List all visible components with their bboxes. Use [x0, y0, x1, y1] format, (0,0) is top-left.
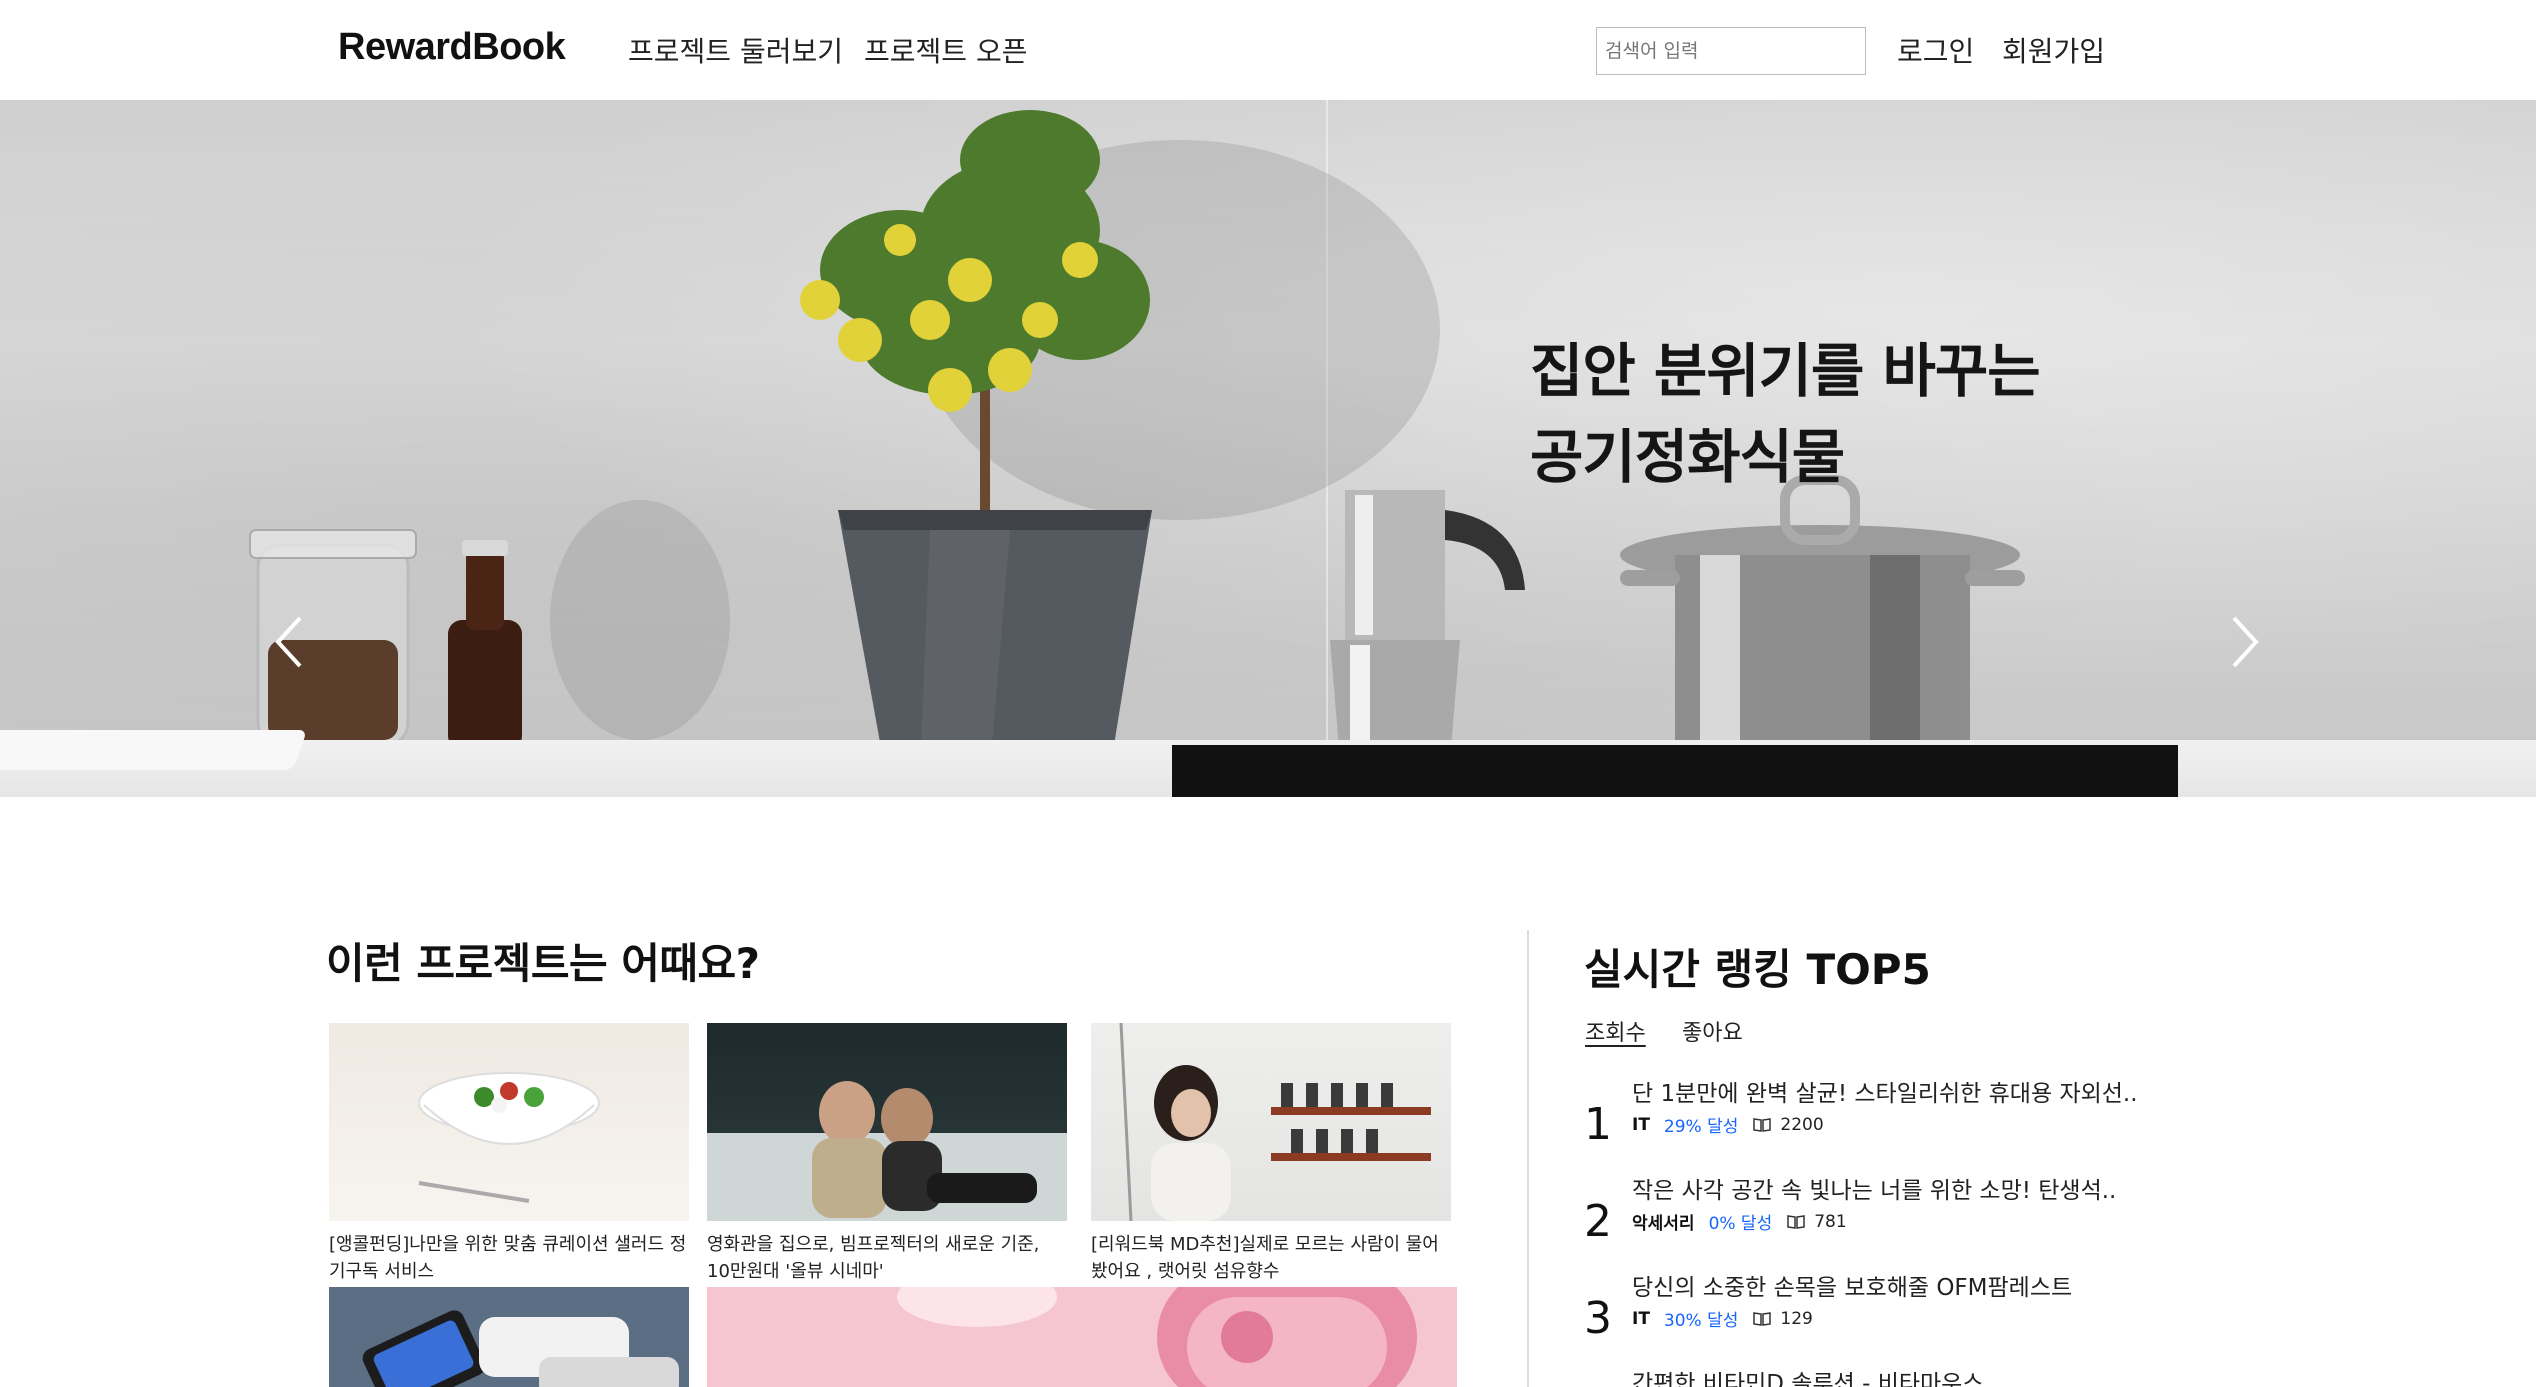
- rank-number: 2: [1584, 1196, 1612, 1247]
- rank-project-name: 단 1분만에 완벽 살균! 스타일리쉬한 휴대용 자외선..: [1632, 1081, 2138, 1107]
- rank-category: IT: [1632, 1114, 1650, 1135]
- logo[interactable]: RewardBook: [338, 26, 566, 69]
- rank-category: 악세서리: [1632, 1214, 1695, 1234]
- rank-number: 3: [1584, 1293, 1612, 1344]
- rank-project-name: 당신의 소중한 손목을 보호해줄 OFM팜레스트: [1632, 1275, 2073, 1301]
- project-thumbnail: [707, 1287, 1457, 1387]
- hero-title-line2: 공기정화식물: [1530, 423, 1845, 491]
- project-thumbnail: [707, 1023, 1067, 1221]
- rank-meta: 악세서리 0% 달성 781: [1632, 1209, 1847, 1235]
- recommend-section-title: 이런 프로젝트는 어때요?: [326, 939, 760, 988]
- project-card[interactable]: 영화관을 집으로, 빔프로젝터의 새로운 기준, 10만원대 '올뷰 시네마': [707, 1023, 1067, 1283]
- hero-hob: [1172, 745, 2178, 797]
- book-icon: [1787, 1214, 1805, 1229]
- rank-views: 129: [1752, 1308, 1813, 1329]
- hero-banner[interactable]: 집안 분위기를 바꾸는 공기정화식물: [0, 100, 2536, 797]
- rank-views-count: 2200: [1780, 1114, 1824, 1135]
- tab-views[interactable]: 조회수: [1585, 1015, 1646, 1047]
- rank-number: 1: [1584, 1099, 1612, 1150]
- rank-views: 781: [1786, 1211, 1847, 1232]
- rank-project-name: 작은 사각 공간 속 빛나는 너를 위한 소망! 탄생석..: [1632, 1178, 2117, 1204]
- hero-title-line1: 집안 분위기를 바꾸는: [1530, 337, 2041, 405]
- section-divider: [1527, 930, 1529, 1387]
- ranking-item[interactable]: 1 단 1분만에 완벽 살균! 스타일리쉬한 휴대용 자외선.. IT 29% …: [1584, 1074, 2144, 1164]
- project-card[interactable]: [329, 1287, 689, 1387]
- ranking-title: 실시간 랭킹 TOP5: [1584, 945, 1931, 994]
- hero-photo-illustration: [249, 110, 2025, 770]
- project-caption: [앵콜펀딩]나만을 위한 맞춤 큐레이션 샐러드 정기구독 서비스: [329, 1234, 687, 1282]
- rank-views: 2200: [1752, 1114, 1824, 1135]
- project-caption: [리워드북 MD추천]실제로 모르는 사람이 물어봤어요 , 랫어릿 섬유향수: [1091, 1234, 1439, 1282]
- hero-plate: [0, 730, 308, 770]
- rank-achievement: 0% 달성: [1708, 1214, 1773, 1234]
- top-header: RewardBook 프로젝트 둘러보기 프로젝트 오픈 로그인 회원가입: [0, 0, 2536, 101]
- next-slide-arrow-icon[interactable]: [2224, 612, 2264, 672]
- rank-category: IT: [1632, 1308, 1650, 1329]
- signup-link[interactable]: 회원가입: [2002, 30, 2105, 70]
- rank-achievement: 29% 달성: [1663, 1117, 1739, 1137]
- ranking-item[interactable]: 간편한 비타민D 솔루션 - 비타마우스: [1584, 1364, 2144, 1387]
- project-card[interactable]: [리워드북 MD추천]실제로 모르는 사람이 물어봤어요 , 랫어릿 섬유향수: [1091, 1023, 1451, 1283]
- search-input[interactable]: [1596, 27, 1866, 75]
- ranking-item[interactable]: 3 당신의 소중한 손목을 보호해줄 OFM팜레스트 IT 30% 달성 129: [1584, 1268, 2144, 1358]
- nav-browse-projects[interactable]: 프로젝트 둘러보기: [628, 30, 843, 70]
- prev-slide-arrow-icon[interactable]: [270, 612, 310, 672]
- project-thumbnail: [329, 1287, 689, 1387]
- rank-views-count: 129: [1780, 1308, 1813, 1329]
- project-card[interactable]: [707, 1287, 1457, 1387]
- book-icon: [1753, 1117, 1772, 1132]
- rank-views-count: 781: [1814, 1211, 1847, 1232]
- rank-project-name: 간편한 비타민D 솔루션 - 비타마우스: [1632, 1371, 1984, 1387]
- ranking-item[interactable]: 2 작은 사각 공간 속 빛나는 너를 위한 소망! 탄생석.. 악세서리 0%…: [1584, 1171, 2144, 1261]
- hero-title: 집안 분위기를 바꾸는 공기정화식물: [1530, 328, 2041, 500]
- nav-open-project[interactable]: 프로젝트 오픈: [864, 30, 1027, 70]
- login-link[interactable]: 로그인: [1897, 30, 1974, 70]
- project-thumbnail: [1091, 1023, 1451, 1221]
- project-caption: 영화관을 집으로, 빔프로젝터의 새로운 기준, 10만원대 '올뷰 시네마': [707, 1234, 1040, 1282]
- rank-achievement: 30% 달성: [1663, 1311, 1739, 1331]
- tab-likes[interactable]: 좋아요: [1682, 1015, 1743, 1047]
- project-thumbnail: [329, 1023, 689, 1221]
- book-icon: [1753, 1311, 1772, 1326]
- project-card[interactable]: [앵콜펀딩]나만을 위한 맞춤 큐레이션 샐러드 정기구독 서비스: [329, 1023, 689, 1283]
- rank-meta: IT 30% 달성 129: [1632, 1306, 1813, 1332]
- rank-meta: IT 29% 달성 2200: [1632, 1112, 1824, 1138]
